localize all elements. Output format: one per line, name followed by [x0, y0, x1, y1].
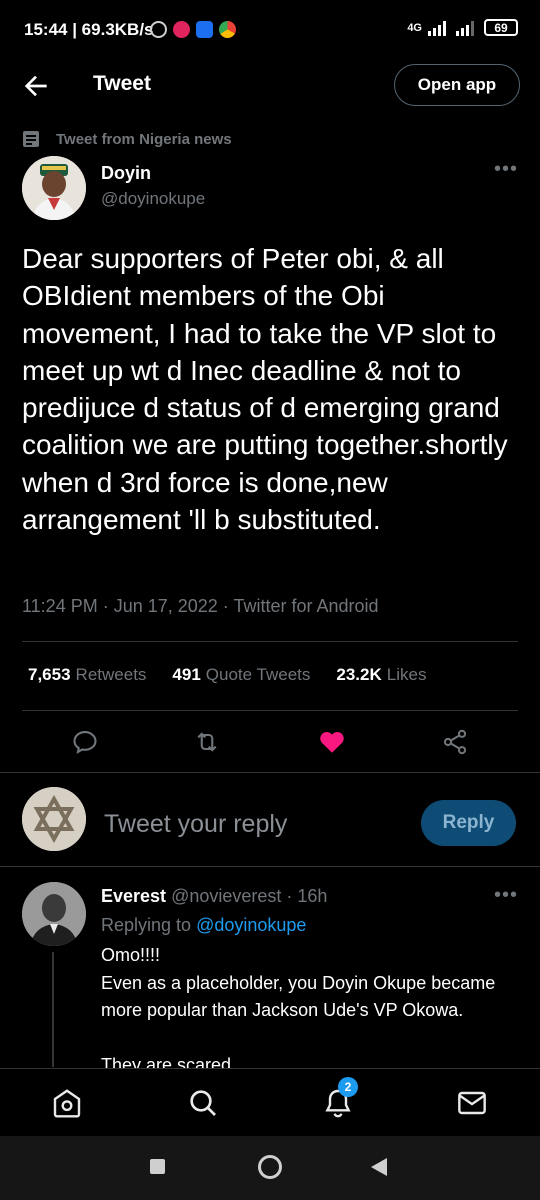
open-app-button[interactable]: Open app: [394, 64, 520, 106]
reply-input[interactable]: Tweet your reply: [104, 810, 287, 839]
battery-icon: 69: [484, 19, 518, 36]
my-avatar[interactable]: [22, 787, 86, 851]
home-system-button[interactable]: [258, 1155, 282, 1179]
reply-icon[interactable]: [71, 728, 99, 756]
tweet-stats: 7,653 Retweets 491 Quote Tweets 23.2K Likes: [28, 665, 426, 685]
system-nav-bar: [0, 1136, 540, 1200]
status-right: 4G 69: [407, 19, 518, 36]
messaging-app-icon: [196, 21, 213, 38]
more-options-icon[interactable]: •••: [494, 158, 518, 181]
app-notification-icon: [173, 21, 190, 38]
back-system-button[interactable]: [371, 1158, 387, 1176]
page-title: Tweet: [93, 72, 151, 95]
signal-icon: [428, 20, 446, 36]
divider: [0, 772, 540, 773]
thread-line: [52, 952, 54, 1067]
reply-avatar-image: [22, 882, 86, 946]
star-of-david-icon: [22, 787, 86, 851]
signal-icon-2: [456, 20, 474, 36]
divider: [0, 866, 540, 867]
status-bar: 15:44 | 69.3KB/s 4G 69: [0, 0, 540, 62]
reply-author[interactable]: Everest @novieverest · 16h: [101, 886, 327, 907]
reply-more-options-icon[interactable]: •••: [494, 884, 518, 907]
status-time: 15:44 | 69.3KB/s: [24, 20, 154, 39]
author-avatar-image: [22, 156, 86, 220]
author-avatar[interactable]: [22, 156, 86, 220]
share-icon[interactable]: [441, 728, 469, 756]
back-arrow-icon[interactable]: [20, 70, 52, 102]
tweet-meta: 11:24 PM · Jun 17, 2022 · Twitter for An…: [22, 596, 379, 616]
divider: [22, 641, 518, 642]
recents-button[interactable]: [150, 1159, 165, 1174]
list-icon: [23, 131, 39, 147]
author-handle[interactable]: @doyinokupe: [101, 189, 205, 209]
author-name[interactable]: Doyin: [101, 163, 151, 184]
network-type: 4G: [407, 21, 422, 34]
top-bar: Tweet Open app: [0, 62, 540, 110]
context-label: Tweet from Nigeria news: [56, 130, 232, 148]
status-app-icons: [150, 21, 236, 38]
replying-prefix: Replying to: [101, 915, 192, 935]
reply-author-avatar[interactable]: [22, 882, 86, 946]
bottom-nav: 2: [0, 1068, 540, 1136]
home-icon[interactable]: [51, 1087, 83, 1119]
reply-handle-time: @novieverest · 16h: [171, 886, 328, 906]
chrome-icon: [219, 21, 236, 38]
tweet-actions: [0, 720, 540, 766]
retweet-icon[interactable]: [193, 728, 221, 756]
divider: [22, 710, 518, 711]
reply-author-name: Everest: [101, 886, 167, 906]
tweet-context[interactable]: Tweet from Nigeria news: [22, 130, 232, 148]
notification-badge: 2: [338, 1077, 358, 1097]
alarm-icon: [150, 21, 167, 38]
reply-button[interactable]: Reply: [421, 800, 516, 846]
likes-stat[interactable]: 23.2K Likes: [336, 665, 426, 685]
replying-to: Replying to @doyinokupe: [101, 915, 306, 936]
like-icon[interactable]: [318, 728, 346, 756]
replying-mention-link[interactable]: @doyinokupe: [196, 915, 306, 935]
retweets-stat[interactable]: 7,653 Retweets: [28, 665, 146, 685]
messages-icon[interactable]: [456, 1087, 488, 1119]
search-icon[interactable]: [187, 1087, 219, 1119]
reply-text: Omo!!!! Even as a placeholder, you Doyin…: [101, 945, 496, 1075]
quotes-stat[interactable]: 491 Quote Tweets: [172, 665, 310, 685]
tweet-text: Dear supporters of Peter obi, & all OBId…: [22, 243, 516, 536]
